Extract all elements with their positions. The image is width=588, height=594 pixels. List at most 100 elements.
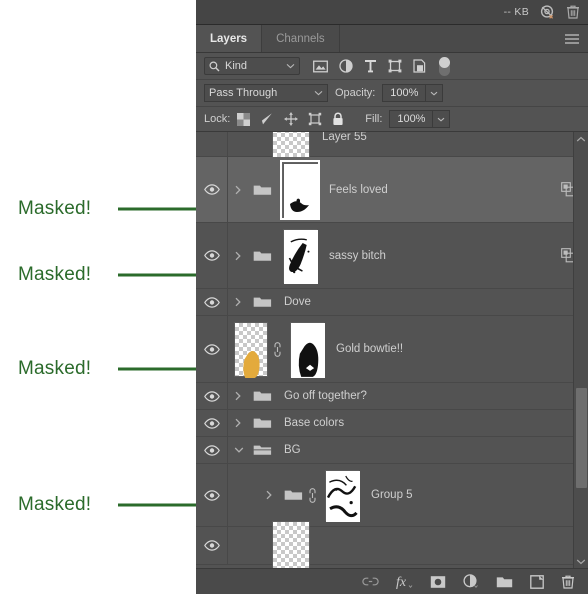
fill-field-group[interactable]: 100% [389, 110, 451, 128]
type-layer-filter-icon[interactable] [364, 59, 377, 73]
hamburger-menu-icon[interactable] [564, 25, 580, 52]
layer-visibility-cell[interactable] [196, 527, 228, 564]
layer-name[interactable]: Feels loved [329, 184, 388, 196]
visibility-eye-icon[interactable] [203, 444, 220, 456]
smart-object-filter-icon[interactable] [413, 59, 426, 73]
layer-row[interactable]: sassy bitch [196, 223, 588, 289]
opacity-value[interactable]: 100% [382, 84, 427, 102]
chevron-down-icon[interactable] [286, 63, 295, 69]
fill-value[interactable]: 100% [389, 110, 434, 128]
layer-row-body[interactable]: sassy bitch [228, 223, 588, 288]
scrollbar-thumb[interactable] [576, 388, 587, 488]
opacity-stepper-chevron-down-icon[interactable] [426, 84, 444, 102]
layer-style-fx-icon[interactable]: fx [396, 574, 413, 589]
layer-list-scrollbar[interactable] [573, 132, 588, 568]
visibility-eye-icon[interactable] [203, 343, 220, 355]
layer-name[interactable]: Go off together? [284, 390, 367, 402]
layer-row-body[interactable] [228, 520, 588, 568]
layer-mask-thumbnail[interactable] [290, 321, 325, 378]
lock-artboard-nesting-icon[interactable] [308, 112, 322, 126]
layer-name[interactable]: BG [284, 444, 301, 456]
layer-row[interactable]: Gold bowtie!! [196, 316, 588, 383]
layer-row-body[interactable]: Group 5 [228, 464, 588, 526]
visibility-eye-icon[interactable] [203, 489, 220, 501]
layer-thumbnail[interactable] [272, 520, 310, 568]
cancel-upload-icon[interactable] [539, 4, 556, 21]
opacity-field-group[interactable]: 100% [382, 84, 444, 102]
fill-stepper-chevron-down-icon[interactable] [433, 110, 451, 128]
lock-position-icon[interactable] [284, 112, 298, 126]
visibility-eye-icon[interactable] [203, 296, 220, 308]
delete-layer-icon[interactable] [561, 574, 575, 590]
layer-row-body[interactable]: Layer 55 [228, 132, 588, 162]
layer-thumbnail[interactable] [234, 321, 268, 378]
visibility-eye-icon[interactable] [203, 390, 220, 402]
adjustment-layer-filter-icon[interactable] [339, 59, 353, 73]
layer-row[interactable]: Group 5 [196, 464, 588, 527]
pixel-layer-filter-icon[interactable] [313, 60, 328, 73]
lock-all-icon[interactable] [332, 112, 344, 126]
layer-row[interactable]: Base colors [196, 410, 588, 437]
disclosure-chevron-right-icon[interactable] [234, 185, 242, 195]
chevron-down-icon[interactable] [576, 554, 586, 568]
layer-row[interactable]: Layer 55 [196, 132, 588, 162]
disclosure-chevron-right-icon[interactable] [265, 490, 273, 500]
mask-link-icon[interactable] [273, 341, 285, 358]
trash-icon[interactable] [566, 4, 580, 20]
scrollbar-track[interactable] [574, 146, 588, 554]
layer-name[interactable]: Group 5 [371, 489, 413, 501]
layer-name[interactable]: sassy bitch [329, 250, 386, 262]
visibility-eye-icon[interactable] [203, 184, 220, 195]
lock-image-pixels-icon[interactable] [260, 112, 274, 126]
new-adjustment-layer-icon[interactable] [463, 574, 479, 589]
layer-visibility-cell[interactable] [196, 157, 228, 222]
layer-row-body[interactable]: Dove [228, 289, 588, 315]
layer-name[interactable]: Layer 55 [322, 132, 367, 143]
layer-row-body[interactable]: Gold bowtie!! [228, 316, 588, 382]
tab-layers[interactable]: Layers [196, 25, 263, 52]
filter-enable-toggle[interactable] [439, 56, 450, 76]
disclosure-chevron-right-icon[interactable] [234, 297, 242, 307]
layer-visibility-cell[interactable] [196, 132, 228, 156]
mask-link-icon[interactable] [308, 487, 320, 504]
disclosure-chevron-right-icon[interactable] [234, 418, 242, 428]
layer-mask-thumbnail[interactable] [280, 159, 320, 220]
layer-visibility-cell[interactable] [196, 223, 228, 288]
disclosure-chevron-right-icon[interactable] [234, 391, 242, 401]
layer-row[interactable] [196, 520, 588, 568]
visibility-eye-icon[interactable] [203, 417, 220, 429]
layer-visibility-cell[interactable] [196, 316, 228, 382]
lock-transparency-icon[interactable] [237, 112, 251, 126]
layer-mask-thumbnail[interactable] [325, 469, 360, 522]
layer-mask-thumbnail[interactable] [283, 228, 318, 284]
layer-row[interactable]: Dove [196, 289, 588, 316]
link-layers-icon[interactable] [362, 576, 379, 587]
tab-channels[interactable]: Channels [262, 25, 340, 52]
layer-row-body[interactable]: Base colors [228, 410, 588, 436]
layer-row[interactable]: Go off together? [196, 383, 588, 410]
layer-visibility-cell[interactable] [196, 289, 228, 315]
visibility-eye-icon[interactable] [203, 540, 220, 551]
layer-list[interactable]: Layer 55 Feels loved sassy bitch Dove Go… [196, 132, 588, 568]
chevron-down-icon[interactable] [314, 90, 323, 96]
layer-row[interactable]: Feels loved [196, 157, 588, 223]
layer-visibility-cell[interactable] [196, 437, 228, 463]
layer-visibility-cell[interactable] [196, 410, 228, 436]
layer-row-body[interactable]: Feels loved [228, 157, 588, 222]
layer-visibility-cell[interactable] [196, 464, 228, 526]
layer-name[interactable]: Gold bowtie!! [336, 343, 403, 355]
layer-name[interactable]: Base colors [284, 417, 344, 429]
layer-row[interactable]: BG [196, 437, 588, 464]
layer-visibility-cell[interactable] [196, 383, 228, 409]
disclosure-chevron-down-icon[interactable] [234, 446, 244, 454]
filter-kind-select[interactable]: Kind [204, 57, 300, 75]
new-layer-icon[interactable] [530, 574, 544, 589]
new-group-icon[interactable] [496, 575, 513, 588]
layer-row-body[interactable]: BG [228, 437, 588, 463]
shape-layer-filter-icon[interactable] [388, 59, 402, 73]
visibility-eye-icon[interactable] [203, 250, 220, 261]
add-layer-mask-icon[interactable] [430, 575, 446, 589]
layer-name[interactable]: Dove [284, 296, 311, 308]
layer-row-body[interactable]: Go off together? [228, 383, 588, 409]
blend-mode-select[interactable]: Pass Through [204, 84, 328, 102]
